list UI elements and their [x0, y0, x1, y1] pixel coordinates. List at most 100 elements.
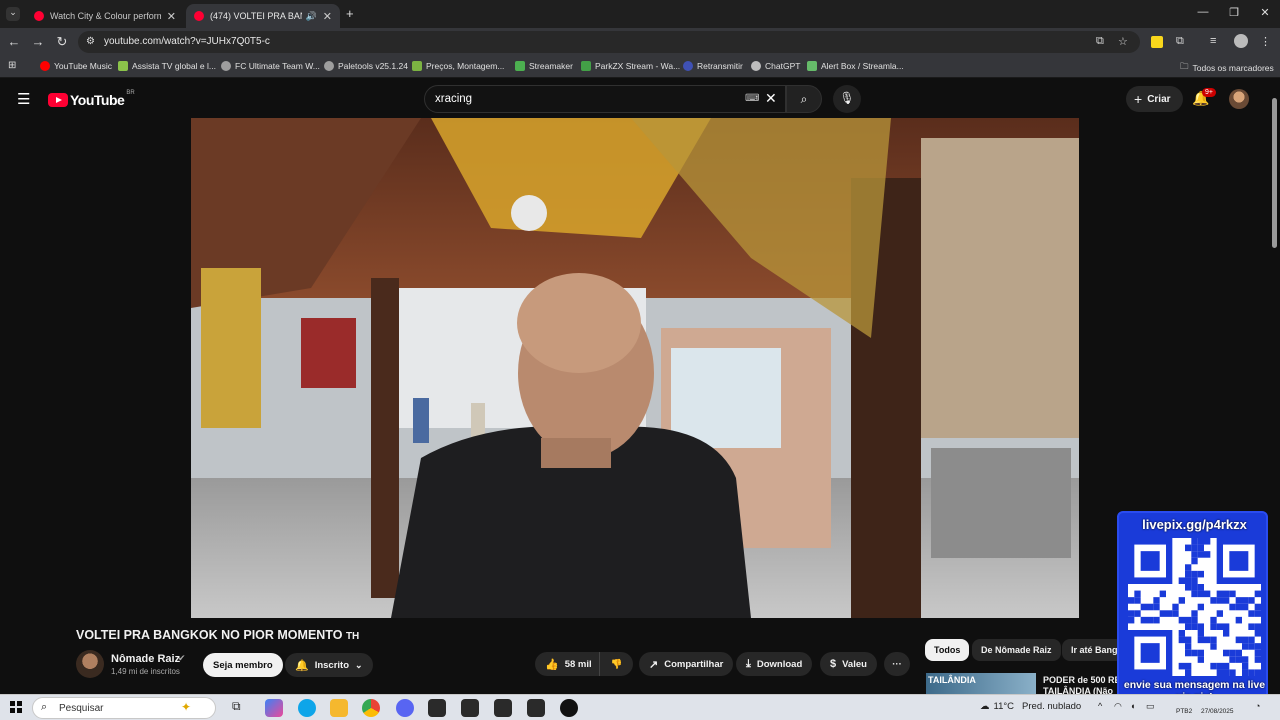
close-tab-icon[interactable]: ✕ — [323, 10, 332, 23]
all-bookmarks-folder[interactable]: 🗀 Todos os marcadores — [1180, 61, 1274, 75]
qr-module — [1197, 649, 1204, 657]
bookmark-youtube-music[interactable]: YouTube Music — [40, 61, 112, 71]
extensions-puzzle-icon[interactable]: ⧉ — [1176, 35, 1184, 48]
tab-search-icon[interactable]: ⌄ — [6, 7, 20, 21]
new-tab-button[interactable]: + — [346, 6, 354, 21]
page-scrollbar[interactable] — [1270, 90, 1278, 690]
create-button[interactable]: + Criar — [1126, 86, 1183, 112]
qr-module — [1229, 551, 1249, 571]
speaker-icon[interactable]: 🔊 — [306, 11, 317, 22]
back-arrow-icon[interactable]: ← — [4, 34, 24, 49]
qr-module — [1178, 636, 1185, 644]
qr-module — [1197, 630, 1204, 637]
language-indicator[interactable]: PTB2 — [1176, 708, 1192, 715]
hamburger-menu-icon[interactable]: ☰ — [17, 90, 30, 108]
youtube-masthead: ☰ YouTube BR xracing ⌨ ✕ ⌕ 🎙 + Criar 🔔 9+ — [0, 81, 1280, 118]
download-button[interactable]: ⤓ Download — [736, 652, 813, 676]
install-app-icon[interactable]: ⧉ — [1096, 35, 1104, 48]
minimize-icon[interactable]: — — [1188, 6, 1218, 18]
bookmark-label: Paletools v25.1.24 — [338, 61, 408, 71]
subscribed-button[interactable]: 🔔 Inscrito ⌄ — [285, 653, 373, 677]
discord-app-icon[interactable] — [396, 699, 414, 717]
keyboard-icon[interactable]: ⌨ — [745, 93, 759, 104]
extension-icon[interactable] — [1151, 36, 1163, 48]
address-bar[interactable]: ⚙ youtube.com/watch?v=JUHx7Q0T5-c ⧉ ☆ — [78, 31, 1140, 53]
video-player[interactable] — [191, 118, 1079, 618]
scrollbar-thumb[interactable] — [1272, 98, 1277, 248]
clear-search-icon[interactable]: ✕ — [765, 90, 777, 107]
reading-list-icon[interactable]: ≡ — [1210, 35, 1216, 47]
qr-module — [1216, 669, 1223, 676]
bookmark-star-icon[interactable]: ☆ — [1118, 35, 1128, 48]
dislike-button[interactable]: 👎 — [599, 652, 633, 676]
more-actions-button[interactable]: ··· — [884, 652, 910, 676]
youtube-favicon-icon — [194, 11, 204, 21]
share-button[interactable]: ↗ Compartilhar — [639, 652, 734, 676]
bookmark-paletools[interactable]: Paletools v25.1.24 — [324, 61, 408, 71]
like-button[interactable]: 👍 58 mil — [535, 652, 604, 676]
file-explorer-icon[interactable] — [330, 699, 348, 717]
recommendation-thumbnail[interactable]: TAILÂNDIA — [926, 673, 1036, 695]
channel-avatar[interactable] — [76, 650, 104, 678]
bookmark-alert-box[interactable]: Alert Box / Streamla... — [807, 61, 904, 71]
search-input[interactable]: xracing ⌨ ✕ — [424, 85, 786, 113]
bookmark-streamaker[interactable]: Streamaker — [515, 61, 573, 71]
restore-icon[interactable]: ❐ — [1219, 6, 1249, 19]
qr-module — [1153, 616, 1160, 624]
task-view-icon[interactable]: ⧉ — [232, 699, 250, 717]
bookmark-retransmitir[interactable]: Retransmitir — [683, 61, 743, 71]
profile-icon[interactable] — [1234, 34, 1248, 48]
close-window-icon[interactable]: ✕ — [1250, 6, 1280, 19]
join-button[interactable]: Seja membro — [203, 653, 283, 677]
livepix-qr-overlay: livepix.gg/p4rkzx envie sua mensagem na … — [1117, 511, 1268, 707]
tray-chevron-icon[interactable]: ^ — [1098, 701, 1102, 711]
capcut-app-icon[interactable] — [527, 699, 545, 717]
wifi-icon[interactable]: ◠ — [1114, 701, 1122, 712]
qr-module — [1191, 616, 1198, 624]
tab-title: (474) VOLTEI PRA BANGKOK — [210, 11, 302, 21]
search-button[interactable]: ⌕ — [786, 85, 822, 113]
capcut-app-icon[interactable] — [428, 699, 446, 717]
microphone-icon: 🎙 — [839, 91, 855, 105]
weather-widget[interactable]: ☁ 11°C Pred. nublado — [980, 701, 1081, 712]
apps-grid-icon[interactable]: ⊞ — [8, 60, 16, 71]
obs-app-icon[interactable] — [560, 699, 578, 717]
bookmark-assista-tv[interactable]: Assista TV global e l... — [118, 61, 216, 71]
chip-ir-ate-bangkok[interactable]: Ir até Bangk — [1062, 639, 1124, 661]
bookmark-precos[interactable]: Preços, Montagem... — [412, 61, 504, 71]
youtube-logo[interactable]: YouTube BR — [48, 90, 135, 108]
capcut-app-icon[interactable] — [494, 699, 512, 717]
reload-icon[interactable]: ↻ — [52, 34, 72, 50]
site-info-icon[interactable]: ⚙ — [86, 36, 95, 47]
volume-icon[interactable]: ◖ — [1130, 701, 1135, 711]
close-tab-icon[interactable]: ✕ — [167, 10, 176, 23]
battery-icon[interactable]: ▭ — [1146, 701, 1155, 712]
edge-app-icon[interactable] — [298, 699, 316, 717]
notifications-icon[interactable]: ◔ — [1255, 701, 1260, 711]
qr-module — [1172, 610, 1179, 617]
taskbar-search-input[interactable]: ⌕ Pesquisar ✦ — [32, 697, 216, 719]
windows-start-icon[interactable] — [10, 701, 22, 713]
qr-module — [1185, 636, 1192, 644]
bookmark-chatgpt[interactable]: ChatGPT — [751, 61, 800, 71]
voice-search-button[interactable]: 🎙 — [833, 85, 861, 113]
tab-voltei-bangkok[interactable]: (474) VOLTEI PRA BANGKOK 🔊 ✕ — [186, 4, 340, 28]
copilot-app-icon[interactable] — [265, 699, 283, 717]
bookmark-parkzx[interactable]: ParkZX Stream - Wa... — [581, 61, 680, 71]
chip-todos[interactable]: Todos — [925, 639, 970, 661]
qr-module — [1254, 623, 1261, 630]
tab-watch-city[interactable]: Watch City & Colour perform li ✕ — [26, 4, 184, 28]
chrome-menu-icon[interactable]: ⋮ — [1260, 35, 1271, 48]
qr-module — [1242, 643, 1249, 650]
forward-arrow-icon[interactable]: → — [28, 34, 48, 49]
taskbar-date[interactable]: 27/08/2025 — [1201, 708, 1234, 715]
channel-name[interactable]: Nômade Raiz — [111, 653, 180, 665]
qr-module — [1210, 597, 1217, 604]
account-avatar[interactable] — [1229, 89, 1249, 109]
capcut-app-icon[interactable] — [461, 699, 479, 717]
chrome-app-icon[interactable] — [362, 699, 380, 717]
bookmark-fc-ultimate[interactable]: FC Ultimate Team W... — [221, 61, 320, 71]
chip-de-nomade-raiz[interactable]: De Nômade Raiz — [972, 639, 1061, 661]
qr-module — [1223, 630, 1230, 637]
thanks-button[interactable]: $ Valeu — [820, 652, 877, 676]
